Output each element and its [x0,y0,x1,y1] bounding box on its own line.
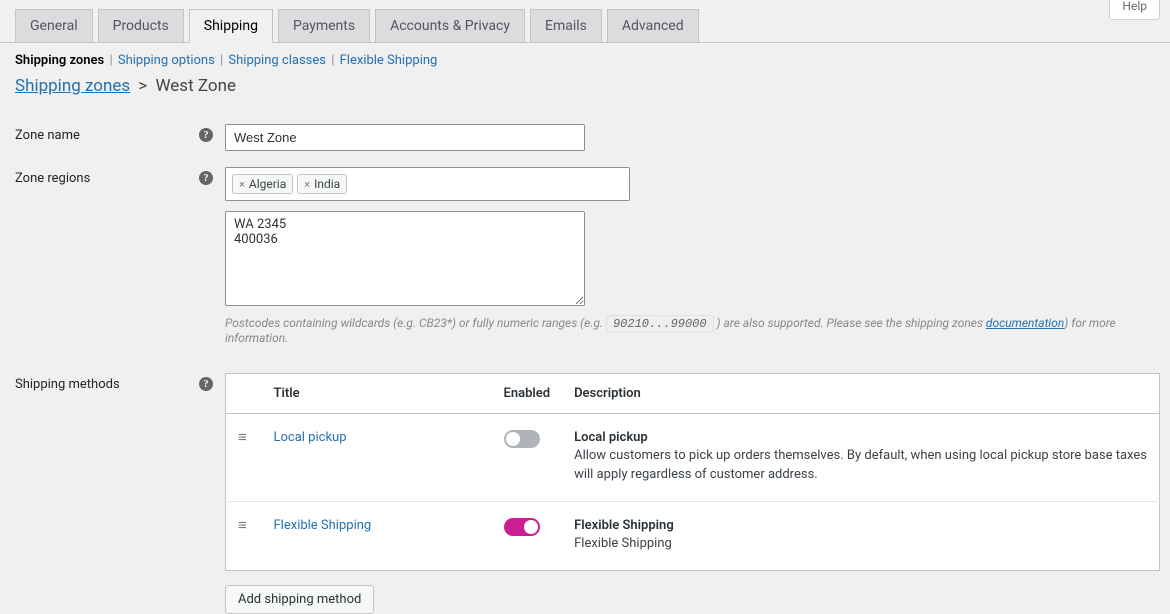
shipping-subtabs: Shipping zones | Shipping options | Ship… [0,43,1170,70]
enabled-toggle[interactable] [504,518,540,536]
add-shipping-method-button[interactable]: Add shipping method [225,585,374,614]
method-desc-body: Allow customers to pick up orders themse… [574,447,1147,485]
label-zone-name: Zone name [15,124,80,143]
subtab-shipping-classes[interactable]: Shipping classes [228,53,326,68]
help-icon[interactable]: ? [199,377,213,391]
breadcrumb-current: West Zone [155,76,236,96]
settings-tabs: GeneralProductsShippingPaymentsAccounts … [0,0,1170,43]
method-desc-title: Flexible Shipping [574,518,1147,533]
col-handle [226,374,262,414]
row-zone-name: Zone name ? [0,108,1170,151]
tab-general[interactable]: General [15,9,93,43]
subtab-flexible-shipping[interactable]: Flexible Shipping [340,53,438,68]
subtab-shipping-zones[interactable]: Shipping zones [15,53,104,68]
drag-handle-icon[interactable]: ≡ [238,518,247,533]
tab-advanced[interactable]: Advanced [607,9,699,43]
method-desc-body: Flexible Shipping [574,535,1147,554]
tab-emails[interactable]: Emails [530,9,602,43]
help-icon[interactable]: ? [199,171,213,185]
documentation-link[interactable]: documentation [986,316,1064,330]
remove-tag-icon[interactable]: × [239,178,245,191]
tab-products[interactable]: Products [98,9,184,43]
enabled-toggle[interactable] [504,430,540,448]
region-tag[interactable]: ×India [297,174,347,194]
methods-tbody: ≡ Local pickup Local pickup Allow customers… [226,414,1160,571]
shipping-methods-table: Title Enabled Description ≡ Local pickup L… [225,373,1160,571]
postcodes-textarea[interactable]: WA 2345 400036 [225,211,585,306]
tab-accounts-privacy[interactable]: Accounts & Privacy [375,9,525,43]
help-tab[interactable]: Help [1109,0,1160,20]
method-title-link[interactable]: Local pickup [274,430,347,445]
label-shipping-methods: Shipping methods [15,373,120,392]
label-zone-regions: Zone regions [15,167,90,186]
breadcrumb-sep: > [138,76,147,96]
hint-range-example: 90210...99000 [606,315,714,333]
remove-tag-icon[interactable]: × [304,178,310,191]
row-zone-regions: Zone regions ? ×Algeria×India WA 2345 40… [0,151,1170,345]
col-title: Title [262,374,492,414]
zone-regions-select[interactable]: ×Algeria×India [225,167,630,201]
col-enabled: Enabled [492,374,563,414]
row-shipping-methods: Shipping methods ? Title Enabled Descrip… [0,345,1170,614]
zone-name-input[interactable] [225,124,585,151]
tab-shipping[interactable]: Shipping [189,9,273,43]
breadcrumb-root-link[interactable]: Shipping zones [15,76,130,96]
postcode-hint: Postcodes containing wildcards (e.g. CB2… [225,316,1155,345]
help-icon[interactable]: ? [199,128,213,142]
subtab-shipping-options[interactable]: Shipping options [118,53,215,68]
breadcrumb: Shipping zones > West Zone [0,70,1170,108]
drag-handle-icon[interactable]: ≡ [238,430,247,445]
region-tag[interactable]: ×Algeria [232,174,293,194]
method-title-link[interactable]: Flexible Shipping [274,518,372,533]
col-description: Description [562,374,1159,414]
table-row: ≡ Local pickup Local pickup Allow customers… [226,414,1160,502]
tab-payments[interactable]: Payments [278,9,370,43]
table-row: ≡ Flexible Shipping Flexible Shipping Flexi… [226,501,1160,570]
method-desc-title: Local pickup [574,430,1147,445]
